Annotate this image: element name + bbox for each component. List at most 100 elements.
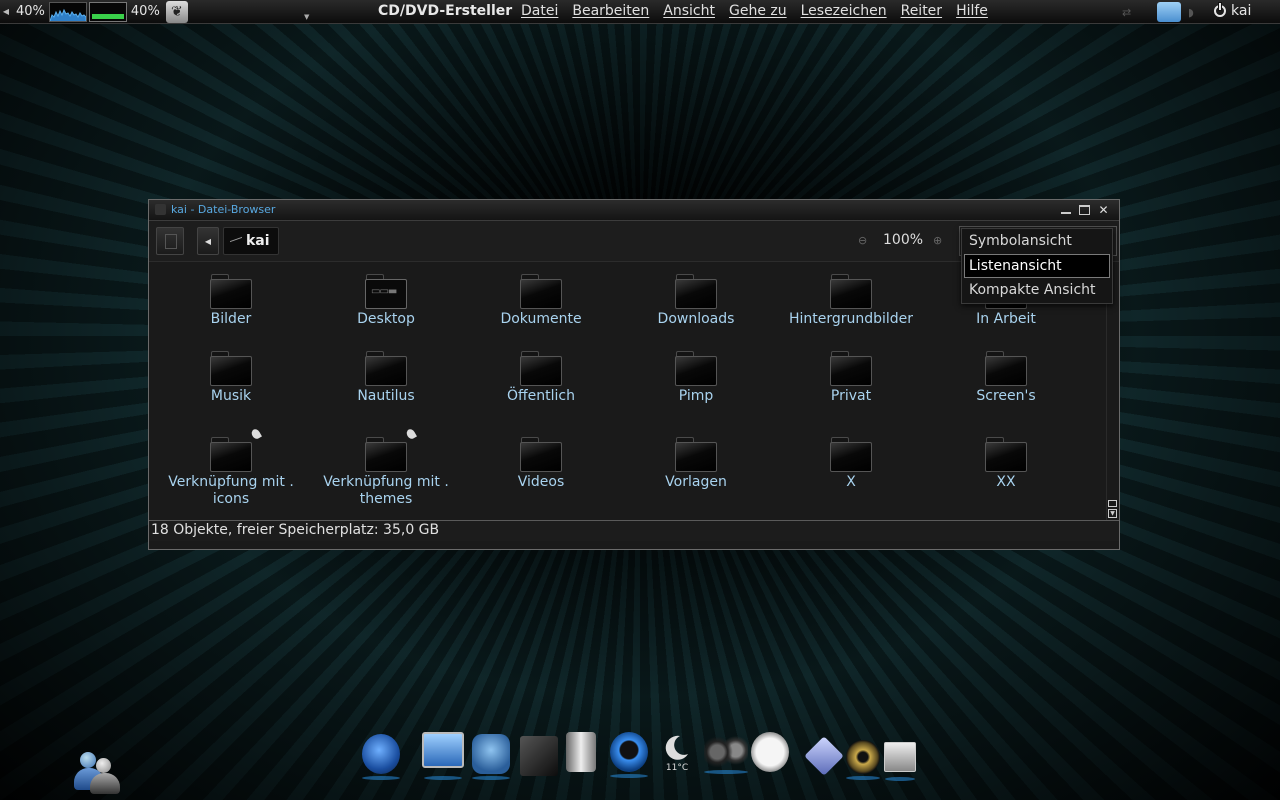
folder-item[interactable]: Verknüpfung mit . themes <box>311 427 461 508</box>
folder-label: Musik <box>210 388 252 404</box>
user-menu[interactable]: kai <box>1214 3 1251 19</box>
file-manager-icon[interactable] <box>520 736 558 776</box>
volume-icon[interactable]: ◗ <box>1188 6 1194 19</box>
view-option-kompakte-ansicht[interactable]: Kompakte Ansicht <box>964 279 1110 303</box>
path-back-button[interactable]: ◀ <box>197 227 219 255</box>
temperature-label: 11°C <box>665 763 689 773</box>
user-name: kai <box>1231 3 1252 19</box>
clock-icon[interactable] <box>751 732 789 772</box>
moon-icon <box>665 735 688 760</box>
speaker-icon[interactable] <box>846 740 880 780</box>
weather-icon[interactable]: 11°C <box>658 732 696 773</box>
view-option-symbolansicht[interactable]: Symbolansicht <box>964 230 1110 254</box>
window-title: kai - Datei-Browser <box>171 203 276 216</box>
folder-item[interactable]: Bilder <box>156 274 306 328</box>
panel-left-arrow-icon[interactable]: ◀ <box>0 0 12 24</box>
media-player-icon[interactable] <box>704 736 748 774</box>
folder-label: In Arbeit <box>976 311 1036 327</box>
folder-item[interactable]: Nautilus <box>311 351 461 405</box>
status-bar: 18 Objekte, freier Speicherplatz: 35,0 G… <box>149 520 1119 541</box>
zoom-in-icon[interactable]: ⊕ <box>933 234 942 247</box>
folder-label: Öffentlich <box>507 388 575 404</box>
cpu-graph-icon <box>49 8 86 21</box>
folder-label: Dokumente <box>500 311 582 327</box>
panel-dropdown-arrow-icon[interactable]: ▼ <box>304 13 309 21</box>
menu-ansicht[interactable]: Ansicht <box>656 3 722 19</box>
folder-icon <box>210 351 252 386</box>
minimize-button[interactable] <box>1058 203 1073 216</box>
menu-reiter[interactable]: Reiter <box>894 3 949 19</box>
menu-lesezeichen[interactable]: Lesezeichen <box>794 3 894 19</box>
scrollbar-thumb[interactable] <box>1108 500 1117 507</box>
app-title: CD/DVD-Ersteller <box>378 3 513 19</box>
memory-bar[interactable] <box>88 1 127 22</box>
desktop-folder-icon <box>365 274 407 309</box>
maximize-button[interactable] <box>1077 203 1092 216</box>
folder-item[interactable]: Öffentlich <box>466 351 616 405</box>
folder-item[interactable]: Verknüpfung mit . icons <box>156 427 306 508</box>
folder-item[interactable]: Screen's <box>931 351 1081 405</box>
gnome-foot-icon[interactable]: ❦ <box>165 0 188 23</box>
window-switcher-icon[interactable] <box>884 742 916 781</box>
menu-hilfe[interactable]: Hilfe <box>949 3 995 19</box>
window-controls: ✕ <box>1058 203 1111 216</box>
window-titlebar[interactable]: kai - Datei-Browser ✕ <box>149 200 1119 221</box>
network-icon[interactable]: ⇄ <box>1122 6 1131 19</box>
folder-icon <box>365 351 407 386</box>
folder-item[interactable]: Videos <box>466 427 616 491</box>
folder-label: Screen's <box>976 388 1036 404</box>
computer-icon[interactable] <box>422 732 464 780</box>
firefox-icon[interactable] <box>362 734 400 780</box>
folder-item[interactable]: XX <box>931 427 1081 491</box>
memory-bar-fill <box>91 13 124 19</box>
cpu-graph[interactable] <box>48 1 87 22</box>
folder-item[interactable]: Dokumente <box>466 274 616 328</box>
close-button[interactable]: ✕ <box>1096 203 1111 216</box>
path-label: kai <box>246 233 270 249</box>
folder-label: Nautilus <box>357 388 415 404</box>
folder-label: Verknüpfung mit . icons <box>168 474 294 507</box>
path-button-home[interactable]: kai <box>223 227 279 255</box>
folder-icon <box>675 351 717 386</box>
steam-icon[interactable] <box>472 734 510 780</box>
users-icon[interactable] <box>70 748 128 796</box>
window-app-icon[interactable] <box>155 204 166 215</box>
folder-item[interactable]: Musik <box>156 351 306 405</box>
folder-item[interactable]: Desktop <box>311 274 461 328</box>
folder-item[interactable]: Pimp <box>621 351 771 405</box>
folder-label: XX <box>996 474 1016 490</box>
folder-label: Desktop <box>357 311 415 327</box>
scroll-down-arrow-icon[interactable]: ▼ <box>1108 509 1117 518</box>
view-mode-dropdown: Symbolansicht Listenansicht Kompakte Ans… <box>961 228 1113 304</box>
zoom-out-icon[interactable]: ⊖ <box>858 234 867 247</box>
folder-icon <box>985 351 1027 386</box>
folder-item[interactable]: Hintergrundbilder <box>776 274 926 328</box>
mem-percent: 40% <box>130 4 160 19</box>
folder-item[interactable]: X <box>776 427 926 491</box>
diamond-icon[interactable] <box>804 736 844 776</box>
folder-icon <box>675 274 717 309</box>
folder-item[interactable]: Privat <box>776 351 926 405</box>
folder-item[interactable]: Downloads <box>621 274 771 328</box>
weather-tray-icon[interactable] <box>1157 2 1181 22</box>
view-option-listenansicht[interactable]: Listenansicht <box>964 254 1110 278</box>
menu-datei[interactable]: Datei <box>514 3 565 19</box>
edit-location-button[interactable] <box>156 227 184 255</box>
folder-icon <box>830 437 872 472</box>
menubar: Datei Bearbeiten Ansicht Gehe zu Lesezei… <box>514 3 995 19</box>
power-icon <box>1214 3 1226 17</box>
menu-gehe-zu[interactable]: Gehe zu <box>722 3 794 19</box>
folder-link-icon <box>365 427 417 472</box>
folder-icon <box>210 274 252 309</box>
link-arrow-icon <box>250 427 262 441</box>
top-panel: ◀ 40% 40% ❦ ▼ CD/DVD-Ersteller Datei Bea… <box>0 0 1280 24</box>
folder-label: Downloads <box>657 311 735 327</box>
menu-bearbeiten[interactable]: Bearbeiten <box>565 3 656 19</box>
quicktime-icon[interactable] <box>610 732 648 778</box>
folder-label: Pimp <box>678 388 714 404</box>
folder-label: Vorlagen <box>665 474 727 490</box>
trash-icon[interactable] <box>566 732 596 772</box>
folder-item[interactable]: Vorlagen <box>621 427 771 491</box>
link-arrow-icon <box>405 427 417 441</box>
folder-icon <box>675 437 717 472</box>
